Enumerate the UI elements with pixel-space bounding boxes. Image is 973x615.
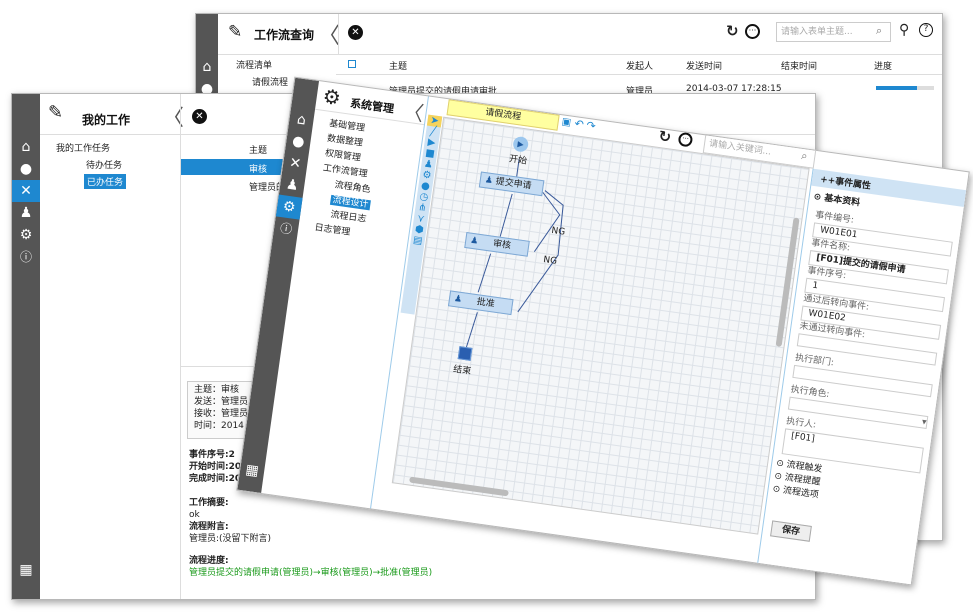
edit-icon: ✎	[48, 102, 64, 123]
end-node-label: 结束	[452, 364, 472, 377]
tree-item[interactable]: 待办任务	[86, 158, 122, 171]
tools-icon[interactable]: ✕	[282, 151, 309, 176]
col-header: 主题	[389, 62, 408, 72]
apps-icon[interactable]: ▦	[239, 458, 266, 483]
left-rail: ⌂ ● ✕ ♟ ⚙ ⓘ ▦	[12, 94, 40, 599]
ng-label: NG	[550, 225, 566, 238]
attach-label: 流程附言:	[189, 522, 229, 532]
progress-text: 管理员提交的请假申请(管理员)→审核(管理员)→批准(管理员)	[189, 568, 433, 578]
page-title: 工作流查询	[254, 28, 315, 42]
tree-item[interactable]: 我的工作任务	[56, 141, 110, 154]
checkbox[interactable]	[348, 60, 356, 68]
collapse-icon[interactable]: 〈	[318, 18, 340, 50]
undo-icon[interactable]: ↶	[574, 117, 585, 131]
end-node-icon[interactable]	[457, 346, 473, 361]
tree-item[interactable]: 流程清单	[236, 58, 272, 71]
save-icon[interactable]: ▣	[561, 116, 572, 128]
col-header: 发起人	[626, 62, 654, 72]
search-icon[interactable]: ⌕	[876, 24, 882, 38]
more-icon[interactable]: ···	[677, 131, 694, 148]
refresh-icon[interactable]: ↻	[657, 127, 672, 147]
gear-icon[interactable]: ⚙	[12, 224, 40, 246]
tree: 基础管理 数据整理 权限管理 工作流管理 流程角色 流程设计 流程日志 日志管理	[304, 116, 382, 243]
node-label: 批准	[476, 297, 496, 310]
apps-icon[interactable]: ▦	[12, 559, 40, 581]
user-search-icon[interactable]: ⚲	[899, 22, 909, 38]
chat-icon[interactable]: ●	[12, 158, 40, 180]
page-title: 我的工作	[82, 113, 131, 127]
home-icon[interactable]: ⌂	[196, 56, 218, 78]
help-icon[interactable]: ?	[919, 23, 933, 37]
start-node-label: 开始	[508, 154, 528, 167]
flow-edges	[465, 158, 564, 348]
edit-icon: ✎	[228, 22, 243, 42]
gear-icon: ⚙	[321, 83, 343, 111]
event-seq: 事件序号:2	[189, 450, 235, 460]
close-icon[interactable]: ✕	[348, 25, 363, 40]
chat-icon[interactable]: ●	[285, 129, 312, 154]
tree-item[interactable]: 请假流程	[252, 75, 288, 88]
progress-label: 流程进度:	[189, 556, 229, 566]
save-button[interactable]: 保存	[770, 520, 812, 542]
tools-icon[interactable]: ✕	[12, 180, 40, 202]
node-label: 提交申请	[494, 176, 533, 192]
close-icon[interactable]: ✕	[192, 109, 207, 124]
user-icon[interactable]: ♟	[12, 202, 40, 224]
ng-label: NG	[542, 255, 558, 267]
finish-time: 完成时间:20	[189, 474, 242, 484]
col-header: 进度	[874, 62, 893, 72]
col-header: 结束时间	[781, 62, 818, 72]
flow-canvas[interactable]: ▶ 开始 ♟ 提交申请 ♟ 审核 ♟ 批准 结束 NG NG	[391, 116, 810, 535]
start-time: 开始时间:20	[189, 462, 242, 472]
home-icon[interactable]: ⌂	[12, 136, 40, 158]
col-header: 发送时间	[686, 62, 723, 72]
node-label: 审核	[492, 238, 512, 252]
tree-item-selected[interactable]: 已办任务	[84, 174, 127, 189]
help-icon[interactable]: ⓘ	[12, 246, 40, 268]
redo-icon[interactable]: ↷	[586, 119, 597, 133]
help-icon[interactable]: ⓘ	[273, 216, 300, 241]
detail-meta: 事件序号:2 开始时间:20 完成时间:20	[189, 449, 241, 485]
table-row-label: 审核	[249, 165, 268, 175]
attach-text: 管理员:(没留下附言)	[189, 534, 272, 544]
search-input[interactable]: 请输入表单主题...	[776, 22, 891, 42]
refresh-icon[interactable]: ↻	[726, 22, 739, 40]
progress-bar	[876, 86, 934, 90]
grid-icon[interactable]: ▤	[410, 234, 425, 247]
more-icon[interactable]: ···	[745, 24, 760, 39]
gear-icon[interactable]: ⚙	[275, 194, 303, 220]
pointer-icon[interactable]: ➤	[426, 114, 443, 128]
col-header: 主题	[249, 146, 268, 156]
page-title: 系统管理	[349, 96, 395, 116]
